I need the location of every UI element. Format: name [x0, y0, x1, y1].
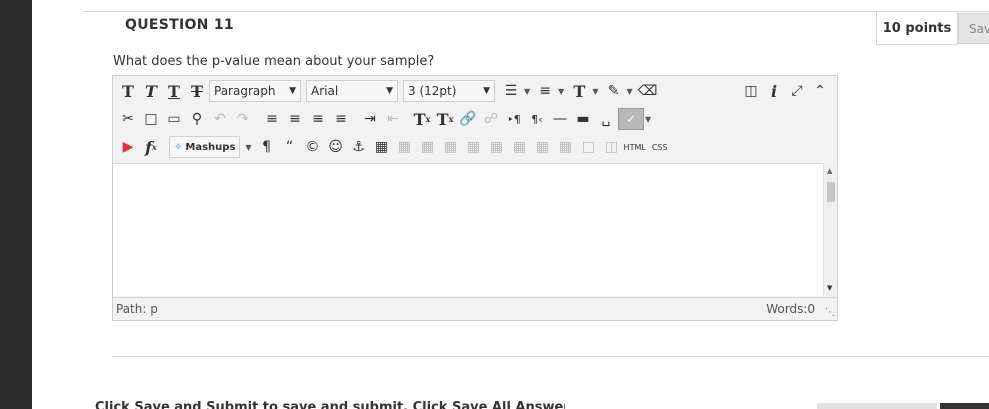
blockquote-icon[interactable]: “	[279, 136, 301, 158]
superscript-icon[interactable]: Tx	[411, 108, 433, 130]
cut-icon[interactable]: ✂	[117, 108, 139, 130]
strikethrough-icon[interactable]: T	[186, 80, 208, 102]
merge-cells-icon[interactable]: ◫	[601, 136, 623, 158]
thick-rule-icon[interactable]: ▬	[572, 108, 594, 130]
youtube-icon[interactable]: ▶	[117, 136, 139, 158]
question-title: QUESTION 11	[125, 17, 234, 33]
chevron-down-icon[interactable]: ▼	[524, 87, 530, 96]
css-button[interactable]: CSS	[652, 143, 668, 152]
bullet-list-icon[interactable]: ☰	[500, 80, 522, 102]
resize-handle-icon[interactable]: ⋱	[825, 307, 835, 318]
scroll-thumb[interactable]	[827, 182, 835, 202]
collapse-toolbar-icon[interactable]: ⌃	[809, 80, 831, 102]
chevron-down-icon[interactable]: ▼	[558, 87, 564, 96]
nonbreaking-space-icon[interactable]: ␣	[595, 108, 617, 130]
format-dropdown-value: Paragraph	[214, 84, 276, 98]
save-and-submit-button[interactable]	[940, 403, 989, 409]
emoticon-icon[interactable]: ☺	[325, 136, 347, 158]
html-source-button[interactable]: HTML	[624, 143, 646, 152]
equation-icon[interactable]: fx	[140, 136, 162, 158]
font-dropdown[interactable]: Arial ▼	[306, 80, 398, 102]
editor-status-bar: Path: p Words:0 ⋱	[113, 297, 837, 320]
insert-col-before-icon[interactable]: ▦	[509, 136, 531, 158]
find-icon[interactable]: ⚲	[186, 108, 208, 130]
rtl-paragraph-icon[interactable]: ¶‹	[526, 108, 548, 130]
info-icon[interactable]: i	[763, 80, 785, 102]
word-count: Words:0	[766, 302, 815, 316]
editor-content-area[interactable]	[113, 163, 823, 296]
scroll-down-icon[interactable]: ▼	[827, 284, 832, 292]
indent-icon[interactable]: ⇥	[359, 108, 381, 130]
divider	[112, 356, 989, 357]
preview-icon[interactable]: ◫	[740, 80, 762, 102]
chevron-down-icon: ▼	[483, 86, 490, 96]
toolbar-row-3: ▶ fx ✧ Mashups ▼ ¶ “ © ☺ ⚓ ▦ ▦ ▦ ▦ ▦ ▦ ▦ …	[113, 133, 837, 161]
rich-text-editor: T T T T Paragraph ▼ Arial ▼ 3 (12pt) ▼ ☰ ▼ ≡…	[112, 75, 838, 321]
chevron-down-icon: ▼	[386, 86, 393, 96]
size-dropdown[interactable]: 3 (12pt) ▼	[403, 80, 495, 102]
italic-icon[interactable]: T	[140, 80, 162, 102]
highlight-pen-icon[interactable]: ✎	[602, 80, 624, 102]
paste-icon[interactable]: ▭	[163, 108, 185, 130]
font-dropdown-value: Arial	[311, 84, 339, 98]
link-icon[interactable]: 🔗	[457, 108, 479, 130]
chevron-down-icon[interactable]: ▼	[592, 87, 598, 96]
align-justify-icon[interactable]: ≡	[330, 108, 352, 130]
path-indicator: Path: p	[116, 302, 158, 316]
mashups-label: Mashups	[185, 141, 236, 153]
delete-col-icon[interactable]: ▦	[555, 136, 577, 158]
copy-icon[interactable]: □	[140, 108, 162, 130]
align-center-icon[interactable]: ≡	[284, 108, 306, 130]
format-dropdown[interactable]: Paragraph ▼	[209, 80, 301, 102]
insert-row-before-icon[interactable]: ▦	[440, 136, 462, 158]
align-right-icon[interactable]: ≡	[307, 108, 329, 130]
insert-col-after-icon[interactable]: ▦	[532, 136, 554, 158]
horizontal-rule-icon[interactable]: —	[549, 108, 571, 130]
divider	[83, 11, 989, 12]
fullscreen-icon[interactable]: ⤢	[786, 80, 808, 102]
chevron-down-icon[interactable]: ▼	[645, 115, 651, 124]
chevron-down-icon[interactable]: ▼	[245, 143, 251, 152]
text-color-icon[interactable]: T	[568, 80, 590, 102]
left-sidebar	[0, 0, 32, 409]
split-cells-icon[interactable]: □	[578, 136, 600, 158]
toolbar-row-2: ✂ □ ▭ ⚲ ↶ ↷ ≡ ≡ ≡ ≡ ⇥ ⇤ Tx Tx 🔗 ☍ ‣¶ ¶‹ …	[113, 105, 837, 133]
numbered-list-icon[interactable]: ≡	[534, 80, 556, 102]
mashups-dropdown[interactable]: ✧ Mashups	[169, 136, 241, 158]
redo-icon[interactable]: ↷	[232, 108, 254, 130]
underline-icon[interactable]: T	[163, 80, 185, 102]
table-row-props-icon[interactable]: ▦	[394, 136, 416, 158]
scroll-up-icon[interactable]: ▲	[827, 167, 832, 175]
toolbar-row-1: T T T T Paragraph ▼ Arial ▼ 3 (12pt) ▼ ☰ ▼ ≡…	[113, 77, 837, 105]
paragraph-mark-icon[interactable]: ¶	[256, 136, 278, 158]
subscript-icon[interactable]: Tx	[434, 108, 456, 130]
insert-table-icon[interactable]: ▦	[371, 136, 393, 158]
bold-icon[interactable]: T	[117, 80, 139, 102]
save-answer-button[interactable]: Sav	[958, 13, 989, 44]
eraser-icon[interactable]: ⌫	[637, 80, 659, 102]
copyright-icon[interactable]: ©	[302, 136, 324, 158]
delete-row-icon[interactable]: ▦	[486, 136, 508, 158]
insert-row-after-icon[interactable]: ▦	[463, 136, 485, 158]
editor-scrollbar[interactable]: ▲ ▼	[823, 163, 837, 296]
chevron-down-icon[interactable]: ▼	[626, 87, 632, 96]
ltr-paragraph-icon[interactable]: ‣¶	[503, 108, 525, 130]
mashups-icon: ✧	[174, 141, 183, 153]
footer-instructions: Click Save and Submit to save and submit…	[95, 400, 565, 409]
unlink-icon[interactable]: ☍	[480, 108, 502, 130]
save-all-answers-button[interactable]	[817, 403, 937, 409]
undo-icon[interactable]: ↶	[209, 108, 231, 130]
align-left-icon[interactable]: ≡	[261, 108, 283, 130]
chevron-down-icon: ▼	[289, 86, 296, 96]
spellcheck-icon[interactable]: ✓	[618, 108, 644, 130]
anchor-icon[interactable]: ⚓	[348, 136, 370, 158]
points-badge: 10 points	[876, 12, 958, 45]
question-text: What does the p-value mean about your sa…	[113, 54, 435, 69]
table-cell-props-icon[interactable]: ▦	[417, 136, 439, 158]
size-dropdown-value: 3 (12pt)	[408, 84, 457, 98]
outdent-icon[interactable]: ⇤	[382, 108, 404, 130]
